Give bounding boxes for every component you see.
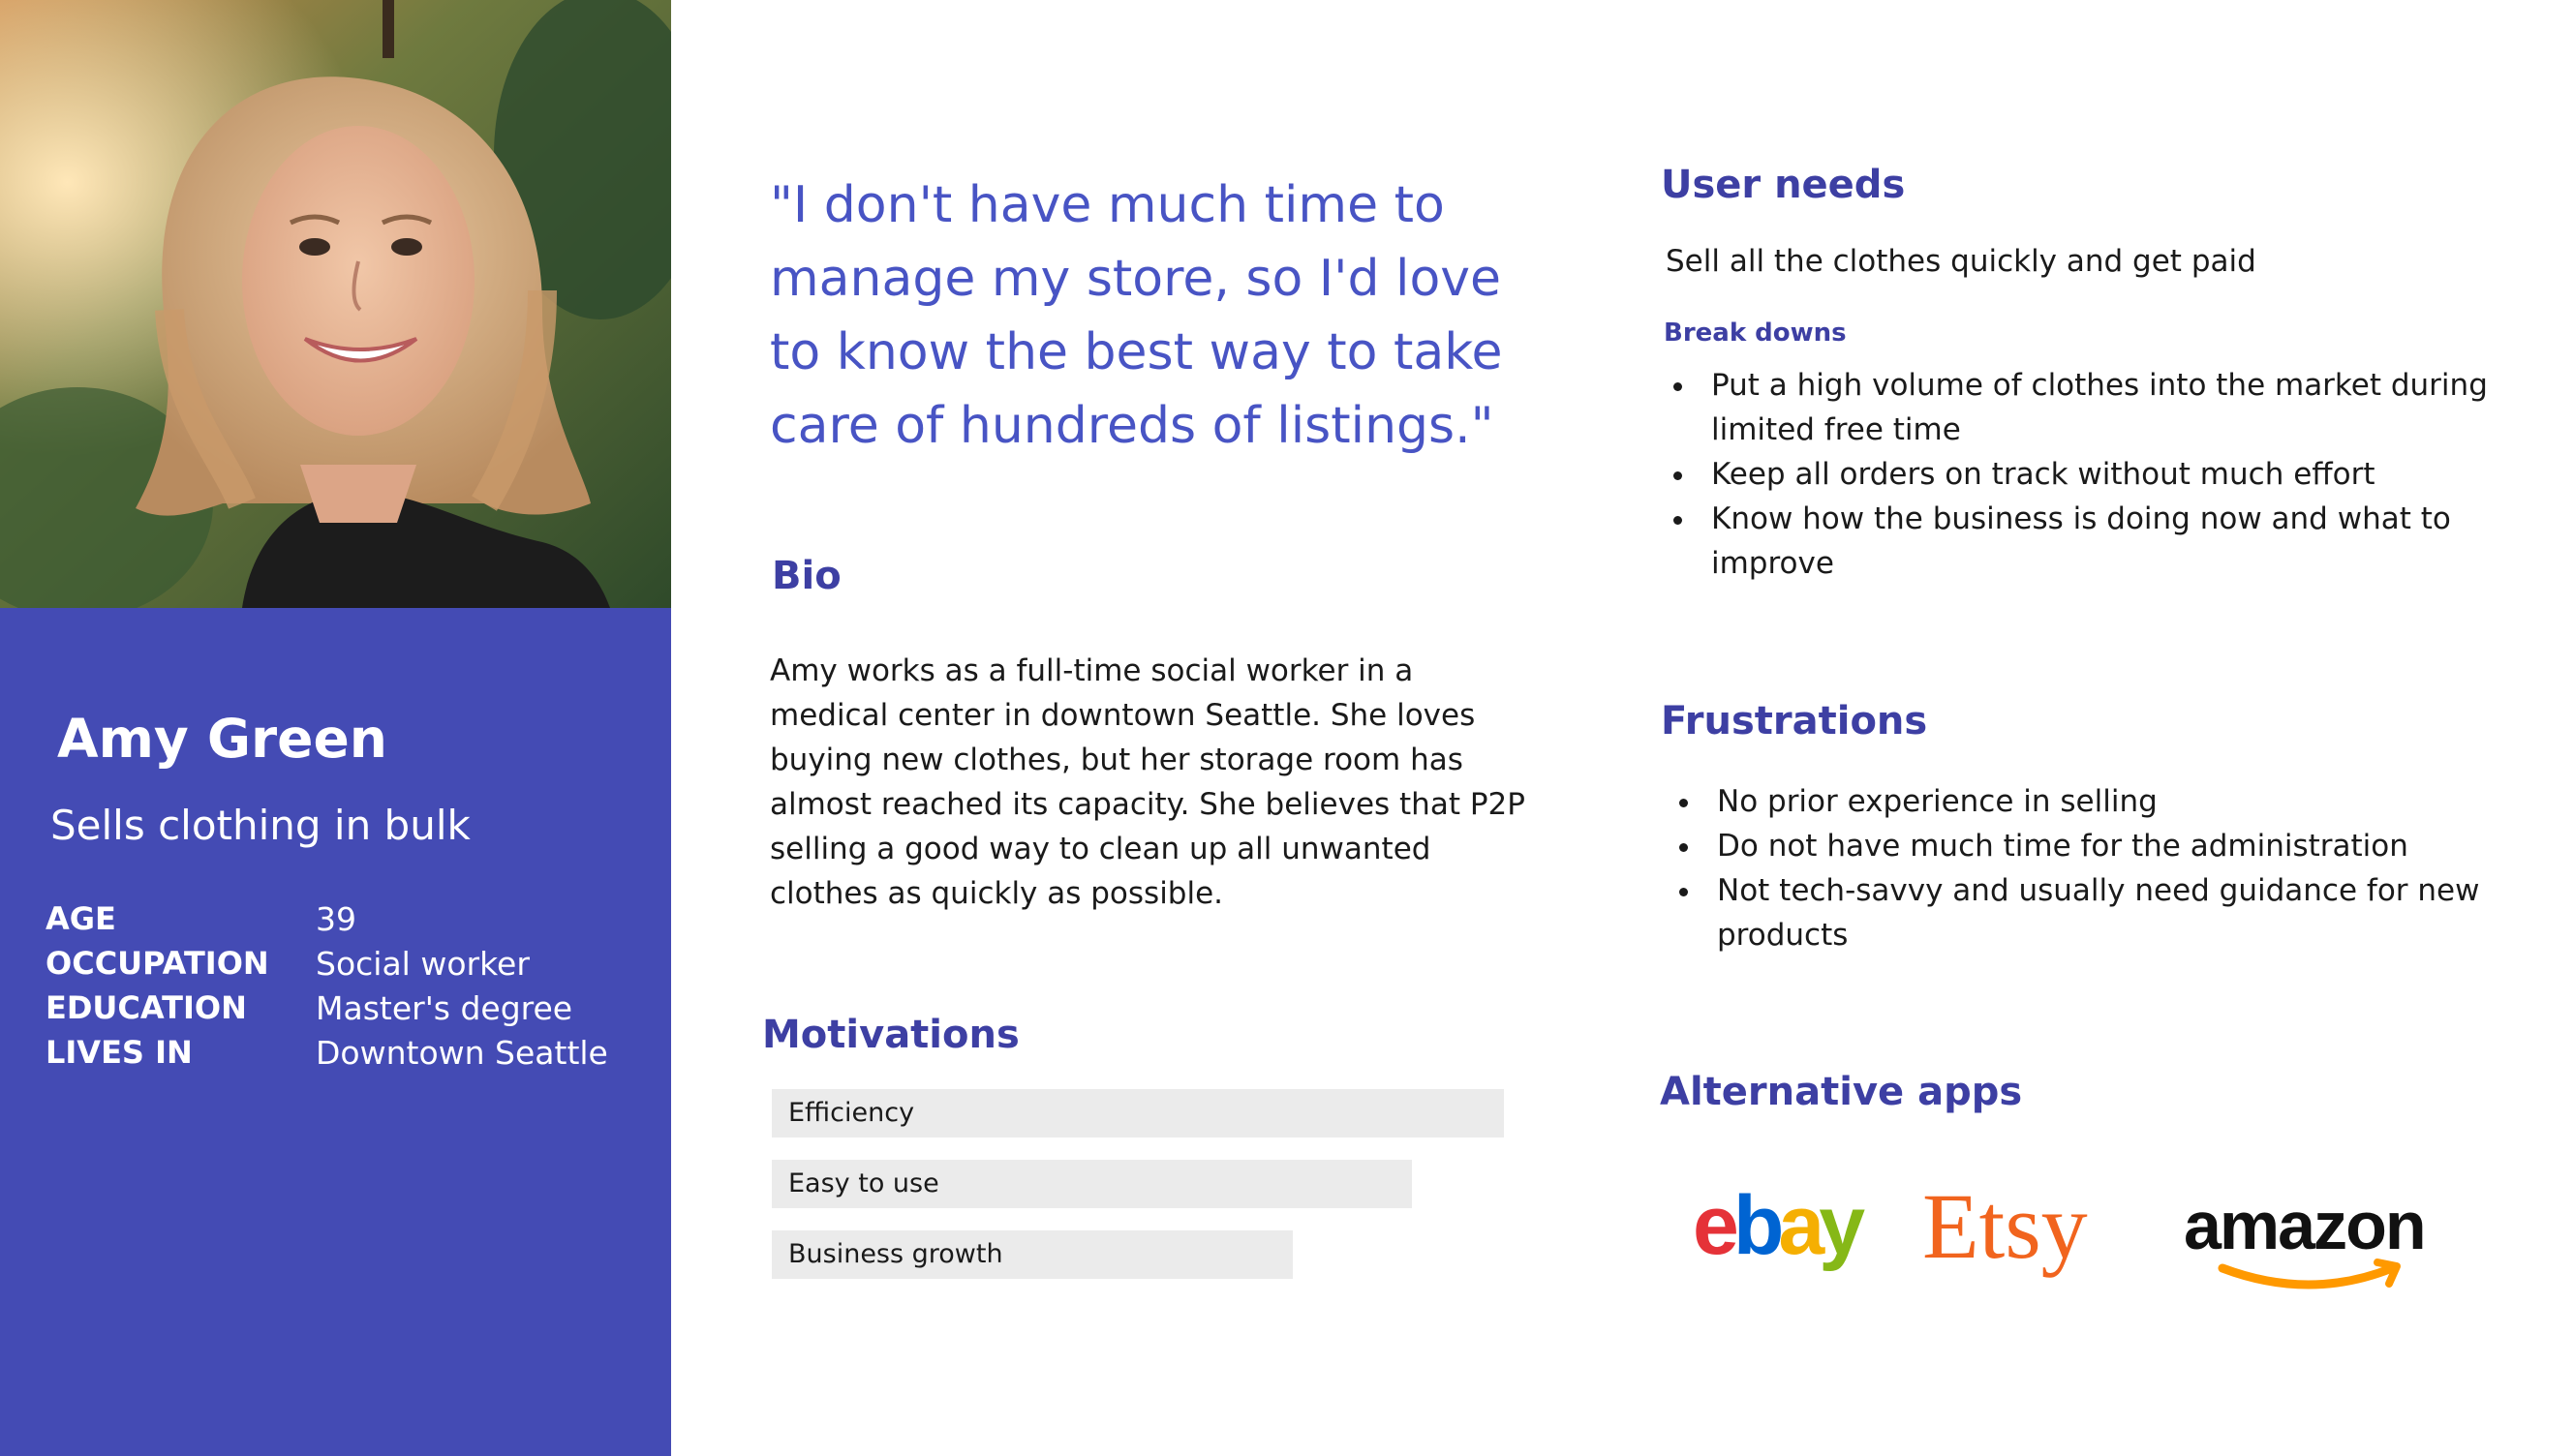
- user-needs-heading: User needs: [1661, 163, 1906, 207]
- fact-row-occupation: OCCUPATION Social worker: [46, 945, 646, 989]
- etsy-logo: Etsy: [1922, 1184, 2106, 1290]
- fact-row-education: EDUCATION Master's degree: [46, 989, 646, 1034]
- amazon-logo: amazon: [2184, 1193, 2445, 1299]
- fact-value: 39: [316, 900, 356, 938]
- svg-text:Etsy: Etsy: [1922, 1184, 2088, 1278]
- persona-photo: [0, 0, 671, 608]
- list-item: No prior experience in selling: [1703, 779, 2497, 824]
- bio-heading: Bio: [772, 554, 842, 598]
- motivation-bar-business-growth: Business growth: [772, 1230, 1293, 1279]
- frustrations-list: No prior experience in selling Do not ha…: [1665, 779, 2497, 957]
- persona-facts: AGE 39 OCCUPATION Social worker EDUCATIO…: [46, 900, 646, 1078]
- list-item: Know how the business is doing now and w…: [1698, 497, 2492, 586]
- break-downs-heading: Break downs: [1664, 318, 1847, 348]
- list-item: Not tech-savvy and usually need guidance…: [1703, 868, 2497, 957]
- fact-value: Master's degree: [316, 989, 573, 1027]
- persona-quote: "I don't have much time to manage my sto…: [770, 176, 1503, 455]
- list-item: Put a high volume of clothes into the ma…: [1698, 363, 2492, 452]
- motivation-label: Business growth: [788, 1239, 1003, 1269]
- list-item: Keep all orders on track without much ef…: [1698, 452, 2492, 497]
- motivation-bar-efficiency: Efficiency: [772, 1089, 1504, 1138]
- fact-value: Downtown Seattle: [316, 1034, 608, 1072]
- fact-label: LIVES IN: [46, 1034, 193, 1071]
- svg-text:amazon: amazon: [2184, 1193, 2425, 1263]
- frustrations-heading: Frustrations: [1661, 699, 1928, 743]
- user-needs-main: Sell all the clothes quickly and get pai…: [1666, 244, 2256, 279]
- motivation-label: Efficiency: [788, 1098, 915, 1128]
- portrait-image: [0, 0, 671, 608]
- list-item: Do not have much time for the administra…: [1703, 824, 2497, 868]
- persona-tagline: Sells clothing in bulk: [50, 802, 471, 849]
- fact-label: OCCUPATION: [46, 945, 269, 982]
- fact-value: Social worker: [316, 945, 530, 983]
- ebay-logo: ebay: [1693, 1186, 1877, 1273]
- fact-row-lives-in: LIVES IN Downtown Seattle: [46, 1034, 646, 1078]
- fact-label: EDUCATION: [46, 989, 247, 1026]
- persona-sidebar: Amy Green Sells clothing in bulk AGE 39 …: [0, 0, 671, 1456]
- motivation-bar-easy-to-use: Easy to use: [772, 1160, 1412, 1208]
- svg-text:ebay: ebay: [1693, 1186, 1865, 1272]
- fact-row-age: AGE 39: [46, 900, 646, 945]
- motivations-heading: Motivations: [762, 1013, 1020, 1057]
- alternative-apps-heading: Alternative apps: [1660, 1070, 2023, 1114]
- fact-label: AGE: [46, 900, 116, 937]
- motivation-label: Easy to use: [788, 1168, 939, 1198]
- break-downs-list: Put a high volume of clothes into the ma…: [1659, 363, 2492, 586]
- bio-text: Amy works as a full-time social worker i…: [770, 653, 1525, 911]
- persona-name: Amy Green: [57, 708, 387, 770]
